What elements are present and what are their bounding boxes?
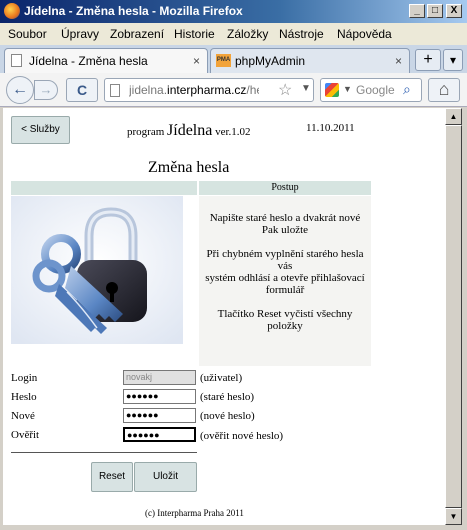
search-icon[interactable]: ⌕: [403, 81, 411, 98]
forward-button[interactable]: →: [34, 80, 58, 100]
search-bar[interactable]: ▼ Google ⌕: [320, 78, 422, 102]
confirm-password-field[interactable]: ●●●●●●: [123, 427, 196, 442]
status-bar: [0, 525, 467, 530]
menu-zobrazeni[interactable]: Zobrazení: [110, 27, 164, 41]
old-password-hint: (staré heslo): [200, 391, 255, 403]
firefox-icon: [4, 3, 20, 19]
tab-label: phpMyAdmin: [235, 54, 306, 68]
menu-bar: Soubor Úpravy Zobrazení Historie Záložky…: [0, 23, 467, 45]
image-header-cell: [11, 181, 197, 195]
menu-upravy[interactable]: Úpravy: [61, 27, 99, 41]
menu-soubor[interactable]: Soubor: [8, 27, 47, 41]
login-label: Login: [11, 372, 38, 384]
vertical-scrollbar[interactable]: ▲ ▼: [445, 108, 462, 525]
page-heading: Změna hesla: [148, 159, 230, 176]
tab-close-icon[interactable]: ×: [193, 54, 200, 68]
instruction-line: formulář: [265, 284, 305, 296]
current-date: 11.10.2011: [306, 122, 355, 134]
url-text[interactable]: jidelna.interpharma.cz/heslo: [129, 83, 259, 97]
tab-label: Jídelna - Změna hesla: [29, 54, 148, 68]
postup-instructions: Napište staré heslo a dvakrát nové Pak u…: [199, 196, 371, 366]
instruction-spacer: [199, 236, 371, 248]
url-bar[interactable]: jidelna.interpharma.cz/heslo ☆ ▼: [104, 78, 314, 102]
close-window-button[interactable]: X: [446, 4, 462, 18]
confirm-password-label: Ověřit: [11, 429, 40, 441]
old-password-field[interactable]: ●●●●●●: [123, 389, 196, 404]
new-password-hint: (nové heslo): [200, 410, 255, 422]
back-to-services-button[interactable]: < Služby: [11, 116, 70, 144]
new-password-field[interactable]: ●●●●●●: [123, 408, 196, 423]
save-button[interactable]: Uložit: [134, 462, 197, 492]
login-hint: (uživatel): [200, 372, 243, 384]
window-title-bar: Jídelna - Změna hesla - Mozilla Firefox …: [0, 0, 467, 23]
instruction-line: Napište staré heslo a dvakrát nové: [209, 212, 361, 224]
minimize-button[interactable]: _: [409, 4, 425, 18]
page-footer: (c) Interpharma Praha 2011: [145, 508, 244, 518]
tab-bar: Jídelna - Změna hesla × PMA phpMyAdmin ×…: [0, 45, 467, 73]
maximize-button[interactable]: □: [427, 4, 443, 18]
scroll-up-arrow-icon[interactable]: ▲: [445, 108, 462, 125]
menu-zalozky[interactable]: Záložky: [227, 27, 268, 41]
menu-historie[interactable]: Historie: [174, 27, 215, 41]
phpmyadmin-icon: PMA: [216, 54, 231, 67]
old-password-label: Heslo: [11, 391, 37, 403]
postup-header: Postup: [199, 181, 371, 195]
tab-jidelna[interactable]: Jídelna - Změna hesla ×: [4, 48, 208, 73]
google-engine-icon[interactable]: [325, 83, 339, 97]
form-divider: [11, 452, 197, 453]
instruction-line: systém odhlásí a otevře přihlašovací: [205, 272, 365, 284]
confirm-password-hint: (ověřit nové heslo): [200, 430, 284, 442]
tab-list-button[interactable]: ▾: [443, 49, 463, 71]
instruction-line: vás: [277, 260, 293, 272]
search-engine-dropdown-icon[interactable]: ▼: [343, 84, 352, 94]
tab-phpmyadmin[interactable]: PMA phpMyAdmin ×: [210, 48, 410, 73]
menu-napoveda[interactable]: Nápověda: [337, 27, 392, 41]
instruction-line: Při chybném vyplnění starého hesla: [206, 248, 364, 260]
scroll-down-arrow-icon[interactable]: ▼: [445, 508, 462, 525]
reload-button[interactable]: C: [66, 78, 98, 102]
home-button[interactable]: ⌂: [428, 78, 460, 102]
instruction-spacer: [199, 296, 371, 308]
window-title: Jídelna - Změna hesla - Mozilla Firefox: [24, 4, 243, 18]
instruction-line: položky: [267, 320, 303, 332]
navigation-toolbar: ← → C jidelna.interpharma.cz/heslo ☆ ▼ ▼…: [0, 73, 467, 107]
reset-button[interactable]: Reset: [91, 462, 133, 492]
new-tab-button[interactable]: +: [415, 49, 441, 71]
url-history-dropdown-icon[interactable]: ▼: [301, 83, 311, 94]
instruction-line: Tlačítko Reset vyčistí všechny: [217, 308, 353, 320]
page-icon: [11, 54, 22, 67]
login-field: novakj: [123, 370, 196, 385]
program-title: program Jídelna ver.1.02: [127, 122, 251, 139]
menu-nastroje[interactable]: Nástroje: [279, 27, 324, 41]
scrollbar-thumb[interactable]: [445, 125, 462, 508]
back-button[interactable]: ←: [6, 76, 34, 104]
search-input[interactable]: Google: [356, 83, 395, 97]
tab-close-icon[interactable]: ×: [395, 54, 402, 68]
new-password-label: Nové: [11, 410, 35, 422]
padlock-keys-image: [11, 196, 183, 344]
site-identity-icon[interactable]: [110, 84, 120, 97]
bookmark-star-icon[interactable]: ☆: [278, 80, 292, 100]
program-name: Jídelna: [167, 122, 213, 139]
page-viewport: < Služby program Jídelna ver.1.02 11.10.…: [3, 108, 445, 525]
instruction-line: Pak uložte: [261, 224, 309, 236]
